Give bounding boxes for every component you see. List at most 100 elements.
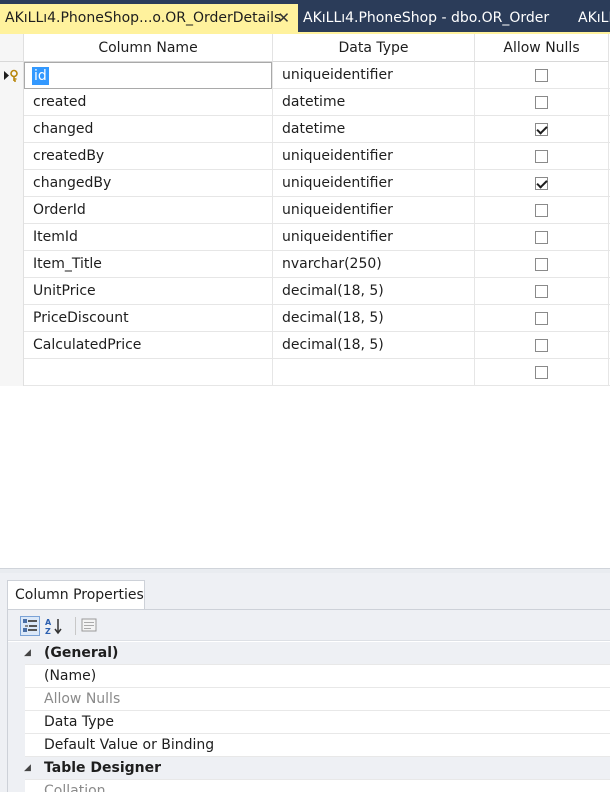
tab-overflow[interactable]: AKıLLı <box>573 4 610 32</box>
column-name-cell[interactable] <box>24 359 273 386</box>
column-name-cell[interactable]: ItemId <box>24 224 273 251</box>
selected-text: id <box>32 67 49 85</box>
column-name-cell[interactable]: createdBy <box>24 143 273 170</box>
data-type-cell[interactable] <box>273 359 475 386</box>
close-tab-icon[interactable]: ✕ <box>277 4 290 32</box>
data-type-cell[interactable]: decimal(18, 5) <box>273 332 475 359</box>
column-name-cell[interactable]: created <box>24 89 273 116</box>
table-row[interactable]: changed datetime <box>0 116 610 143</box>
property-label: Data Type <box>44 714 115 730</box>
tab-or-order[interactable]: AKıLLı4.PhoneShop - dbo.OR_Order <box>298 4 549 32</box>
allow-nulls-checkbox[interactable] <box>535 258 548 271</box>
row-selector[interactable] <box>0 224 24 251</box>
table-row[interactable]: CalculatedPrice decimal(18, 5) <box>0 332 610 359</box>
property-category[interactable]: ◢ Table Designer <box>8 757 610 780</box>
table-row[interactable] <box>0 359 610 386</box>
allow-nulls-checkbox[interactable] <box>535 285 548 298</box>
data-type-cell[interactable]: uniqueidentifier <box>273 143 475 170</box>
data-type-cell[interactable]: decimal(18, 5) <box>273 305 475 332</box>
property-gutter <box>8 757 25 780</box>
column-name-cell[interactable]: OrderId <box>24 197 273 224</box>
data-type-cell[interactable]: datetime <box>273 116 475 143</box>
property-row[interactable]: Data Type <box>8 711 610 734</box>
data-type-cell[interactable]: decimal(18, 5) <box>273 278 475 305</box>
tab-column-properties[interactable]: Column Properties <box>7 580 145 610</box>
tab-label: AKıLLı4.PhoneShop - dbo.OR_Order <box>303 10 550 26</box>
tab-label: AKıLLı4.PhoneShop...o.OR_OrderDetails <box>5 10 282 26</box>
primary-key-icon <box>4 69 18 82</box>
svg-text:Z: Z <box>45 627 51 636</box>
header-data-type[interactable]: Data Type <box>273 34 475 62</box>
row-selector[interactable] <box>0 116 24 143</box>
property-grid: A Z ◢ (General) (Name) Allow Nulls Data Type… <box>7 609 610 792</box>
data-type-cell[interactable]: uniqueidentifier <box>273 62 475 89</box>
allow-nulls-checkbox[interactable] <box>535 177 548 190</box>
allow-nulls-checkbox[interactable] <box>535 123 548 136</box>
collapse-triangle-icon[interactable]: ◢ <box>24 757 31 780</box>
row-selector[interactable] <box>0 62 24 89</box>
table-row[interactable]: changedBy uniqueidentifier <box>0 170 610 197</box>
column-name-cell[interactable]: changed <box>24 116 273 143</box>
header-allow-nulls[interactable]: Allow Nulls <box>475 34 609 62</box>
tab-label: AKıLLı <box>578 10 610 26</box>
alphabetical-sort-icon[interactable]: A Z <box>44 616 64 636</box>
property-pages-icon[interactable] <box>80 616 100 636</box>
allow-nulls-cell <box>475 251 609 278</box>
allow-nulls-checkbox[interactable] <box>535 96 548 109</box>
data-type-cell[interactable]: uniqueidentifier <box>273 197 475 224</box>
row-selector[interactable] <box>0 143 24 170</box>
property-row[interactable]: Allow Nulls <box>8 688 610 711</box>
table-row[interactable]: ItemId uniqueidentifier <box>0 224 610 251</box>
data-type-cell[interactable]: datetime <box>273 89 475 116</box>
row-selector[interactable] <box>0 305 24 332</box>
document-tab-strip: AKıLLı4.PhoneShop...o.OR_OrderDetails ✕ … <box>0 0 610 34</box>
table-row[interactable]: Item_Title nvarchar(250) <box>0 251 610 278</box>
property-gutter <box>8 711 25 734</box>
allow-nulls-cell <box>475 62 609 89</box>
column-name-cell[interactable]: Item_Title <box>24 251 273 278</box>
table-row[interactable]: UnitPrice decimal(18, 5) <box>0 278 610 305</box>
column-name-cell[interactable]: CalculatedPrice <box>24 332 273 359</box>
allow-nulls-cell <box>475 197 609 224</box>
column-name-cell[interactable]: UnitPrice <box>24 278 273 305</box>
data-type-cell[interactable]: uniqueidentifier <box>273 170 475 197</box>
row-selector[interactable] <box>0 332 24 359</box>
property-category[interactable]: ◢ (General) <box>8 642 610 665</box>
table-row[interactable]: OrderId uniqueidentifier <box>0 197 610 224</box>
categorized-icon[interactable] <box>20 616 40 636</box>
property-label: (Name) <box>44 668 97 684</box>
property-row[interactable]: Collation <box>8 780 610 792</box>
table-row[interactable]: id uniqueidentifier <box>0 62 610 89</box>
allow-nulls-checkbox[interactable] <box>535 312 548 325</box>
table-row[interactable]: created datetime <box>0 89 610 116</box>
property-label: (General) <box>44 645 119 661</box>
property-label: Table Designer <box>44 760 162 776</box>
allow-nulls-checkbox[interactable] <box>535 69 548 82</box>
column-properties-panel: Column Properties A Z ◢ (General) (Name)… <box>0 573 610 792</box>
collapse-triangle-icon[interactable]: ◢ <box>24 642 31 665</box>
column-name-editor[interactable]: id <box>24 62 272 89</box>
tab-or-orderdetails[interactable]: AKıLLı4.PhoneShop...o.OR_OrderDetails ✕ <box>0 4 298 32</box>
row-selector[interactable] <box>0 170 24 197</box>
column-name-cell[interactable]: changedBy <box>24 170 273 197</box>
header-column-name[interactable]: Column Name <box>24 34 273 62</box>
allow-nulls-checkbox[interactable] <box>535 366 548 379</box>
allow-nulls-checkbox[interactable] <box>535 231 548 244</box>
allow-nulls-cell <box>475 224 609 251</box>
property-toolbar: A Z <box>8 610 610 641</box>
row-selector[interactable] <box>0 197 24 224</box>
row-selector[interactable] <box>0 278 24 305</box>
row-selector[interactable] <box>0 251 24 278</box>
row-selector[interactable] <box>0 89 24 116</box>
allow-nulls-checkbox[interactable] <box>535 204 548 217</box>
table-row[interactable]: PriceDiscount decimal(18, 5) <box>0 305 610 332</box>
table-row[interactable]: createdBy uniqueidentifier <box>0 143 610 170</box>
row-selector[interactable] <box>0 359 24 386</box>
allow-nulls-checkbox[interactable] <box>535 339 548 352</box>
allow-nulls-checkbox[interactable] <box>535 150 548 163</box>
property-row[interactable]: Default Value or Binding <box>8 734 610 757</box>
column-name-cell[interactable]: PriceDiscount <box>24 305 273 332</box>
data-type-cell[interactable]: nvarchar(250) <box>273 251 475 278</box>
property-row[interactable]: (Name) <box>8 665 610 688</box>
data-type-cell[interactable]: uniqueidentifier <box>273 224 475 251</box>
